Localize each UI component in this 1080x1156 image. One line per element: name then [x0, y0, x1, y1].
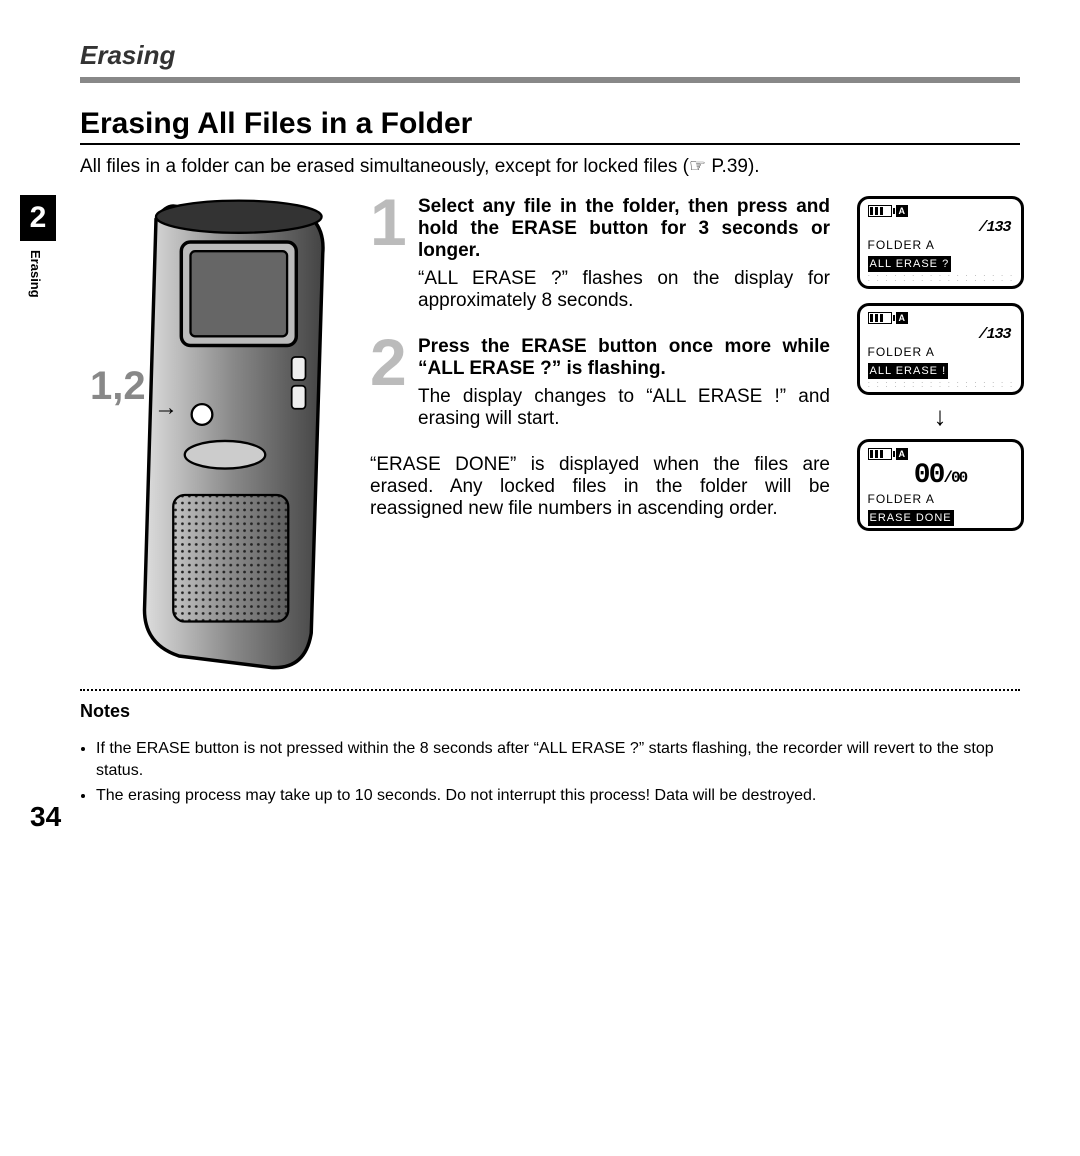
lcd-screen-1: A /133 FOLDER A ALL ERASE ? · · · · · · … [857, 196, 1024, 289]
page-title: Erasing All Files in a Folder [80, 107, 1020, 145]
lcd-file-count: /133 [868, 326, 1011, 343]
folder-indicator: A [896, 205, 909, 217]
result-paragraph: “ERASE DONE” is displayed when the files… [370, 454, 830, 520]
lcd-file-count: /133 [868, 219, 1011, 236]
lcd-dots: · · · · · · · · · · · · · · · · · ·· · ·… [868, 381, 1013, 391]
step-1-title: Select any file in the folder, then pres… [418, 196, 830, 262]
erase-keyword: ERASE [511, 218, 576, 239]
lcd-dots: · · · · · · · · · · · · · · · · · ·· · ·… [868, 274, 1013, 284]
folder-indicator: A [896, 448, 909, 460]
battery-icon [868, 448, 892, 460]
notes-heading: Notes [80, 701, 1020, 722]
lcd-screen-3: A 00/00 FOLDER A ERASE DONE [857, 439, 1024, 531]
dotted-divider [80, 689, 1020, 691]
lcd-message: ALL ERASE ! [868, 363, 949, 379]
lcd-message: ALL ERASE ? [868, 256, 952, 272]
note-item: If the ERASE button is not pressed withi… [96, 738, 1020, 781]
chapter-tab: 2 [20, 195, 56, 241]
lcd-message: ERASE DONE [868, 510, 954, 526]
step-2: 2 Press the ERASE button once more while… [370, 336, 830, 430]
intro-text: All files in a folder can be erased simu… [80, 155, 1020, 178]
steps-column: 1 Select any file in the folder, then pr… [370, 196, 840, 679]
step-1: 1 Select any file in the folder, then pr… [370, 196, 830, 312]
lcd-zero-big: 00 [914, 460, 944, 491]
step-2-desc: The display changes to “ALL ERASE !” and… [418, 386, 830, 430]
notes-list: If the ERASE button is not pressed withi… [80, 738, 1020, 807]
lcd-folder-line: FOLDER A [868, 492, 1013, 506]
lcd-zero-small: /00 [943, 469, 966, 487]
battery-icon [868, 312, 892, 324]
main-content: 1,2 → [80, 196, 1020, 679]
lcd-column: A /133 FOLDER A ALL ERASE ? · · · · · · … [860, 196, 1020, 679]
erase-keyword: ERASE [521, 336, 586, 357]
device-illustration [110, 196, 340, 679]
manual-page: Erasing Erasing All Files in a Folder Al… [0, 0, 1080, 863]
header-rule [80, 77, 1020, 83]
section-header: Erasing [80, 40, 1020, 71]
lcd-screen-2: A /133 FOLDER A ALL ERASE ! · · · · · · … [857, 303, 1024, 396]
folder-indicator: A [896, 312, 909, 324]
step-number: 2 [370, 336, 418, 430]
lcd-segment-big: 00/00 [868, 462, 1013, 490]
intro-suffix: ). [748, 156, 760, 177]
step-2-t-before: Press the [418, 336, 521, 357]
step-1-desc: “ALL ERASE ?” flashes on the display for… [418, 268, 830, 312]
battery-icon [868, 205, 892, 217]
chapter-vertical-label: Erasing [28, 250, 43, 298]
lcd-folder-line: FOLDER A [868, 345, 1013, 359]
lcd-folder-line: FOLDER A [868, 238, 1013, 252]
intro-prefix: All files in a folder can be erased simu… [80, 156, 689, 177]
step-number: 1 [370, 196, 418, 312]
step-callout-label: 1,2 [90, 364, 146, 409]
note-item: The erasing process may take up to 10 se… [96, 785, 1020, 807]
intro-ref: ☞ P.39 [689, 156, 748, 177]
callout-arrow-icon: → [154, 394, 178, 422]
page-number: 34 [30, 801, 61, 833]
down-arrow-icon: ↓ [934, 409, 947, 425]
device-column: 1,2 → [80, 196, 350, 679]
step-2-title: Press the ERASE button once more while “… [418, 336, 830, 380]
